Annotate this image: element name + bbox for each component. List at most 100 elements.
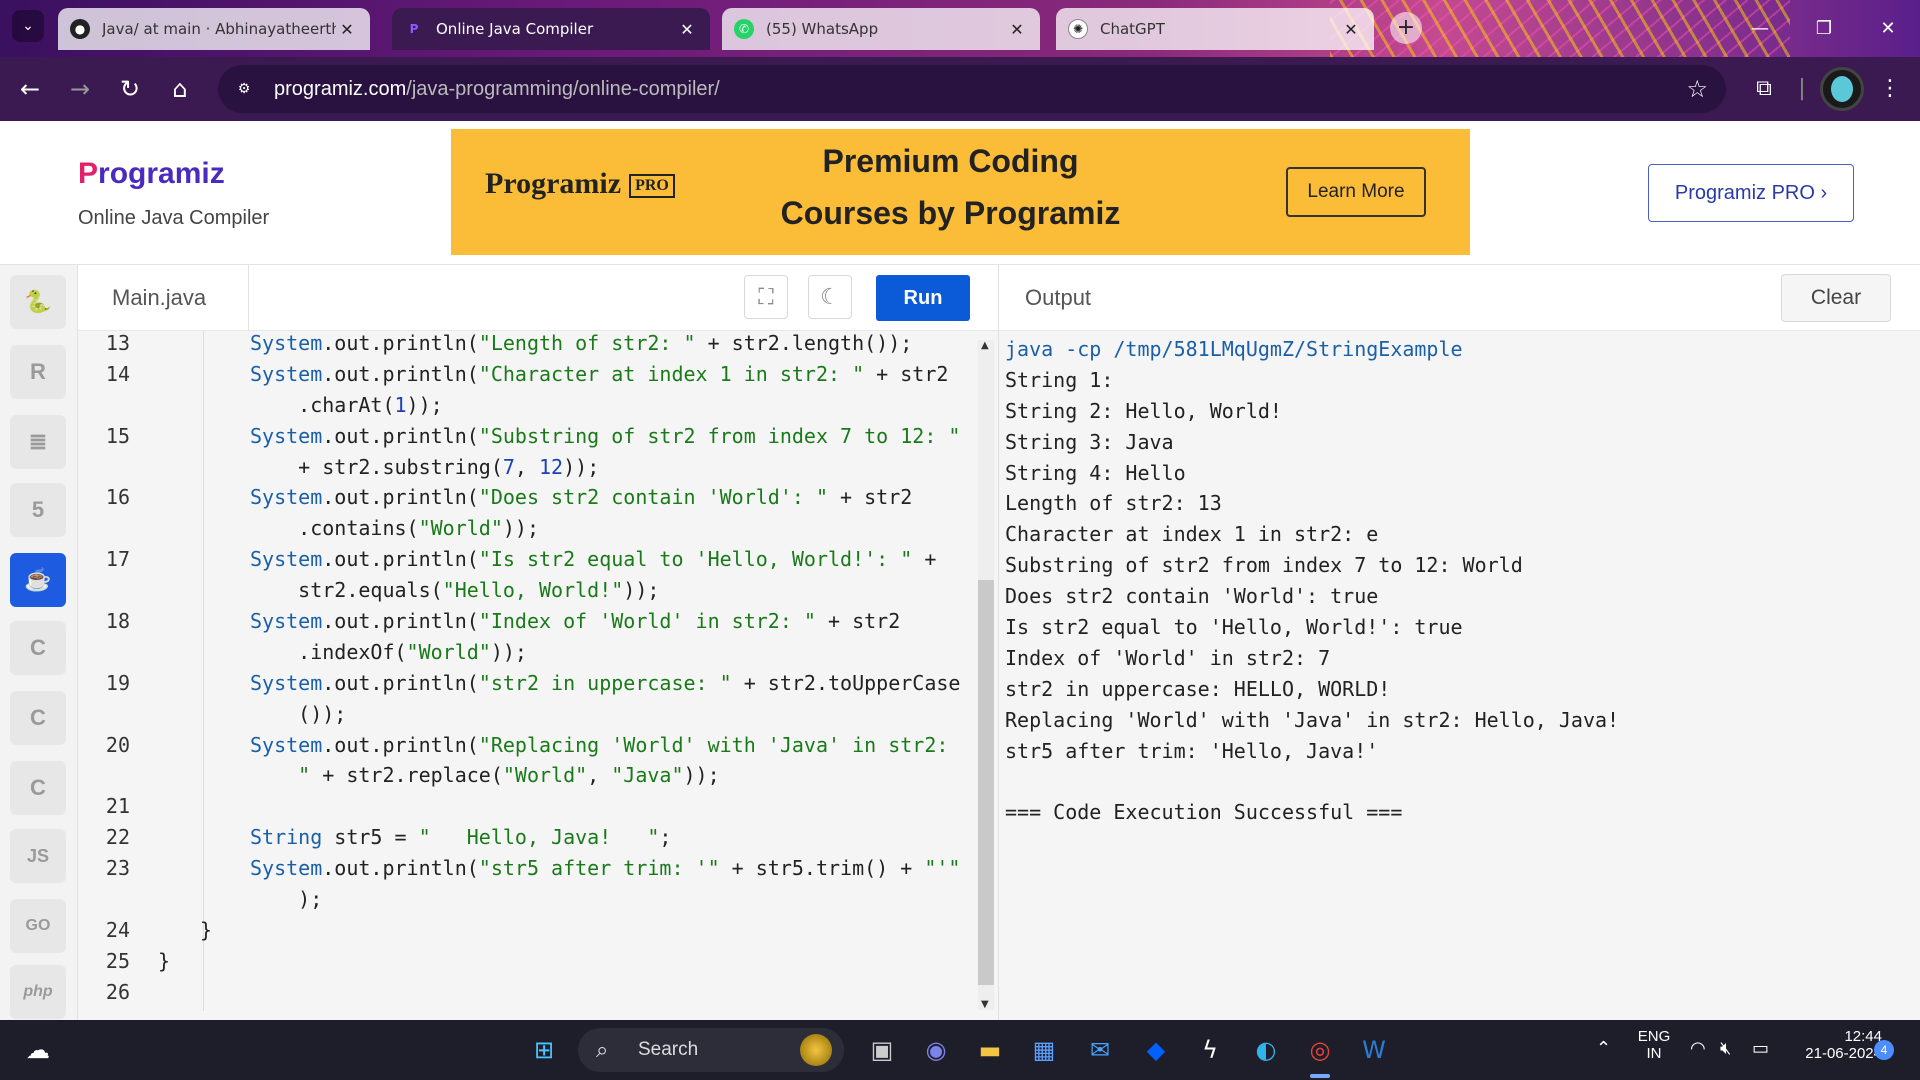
extensions-icon[interactable]: ⧉ bbox=[1746, 71, 1782, 107]
r-lang-icon[interactable]: R bbox=[10, 345, 66, 399]
tab-search-button[interactable]: ⌄ bbox=[12, 10, 44, 42]
code-line[interactable]: 17 System.out.println("Is str2 equal to '… bbox=[78, 547, 978, 579]
code-text[interactable]: System.out.println("Index of 'World' in … bbox=[250, 609, 900, 633]
volume-muted-icon[interactable]: 🔇︎ bbox=[1720, 1038, 1731, 1059]
code-line[interactable]: 22 String str5 = " Hello, Java! "; bbox=[78, 825, 978, 857]
html5-icon[interactable]: 5 bbox=[10, 483, 66, 537]
teams-chat-icon[interactable]: ◉ bbox=[914, 1028, 958, 1072]
browser-menu-icon[interactable]: ⋮ bbox=[1872, 71, 1908, 107]
code-text[interactable]: } bbox=[200, 918, 212, 942]
code-line[interactable]: 13 System.out.println("Length of str2: " … bbox=[78, 331, 978, 362]
code-text[interactable]: } bbox=[158, 949, 170, 973]
tab-online-java-compiler[interactable]: P Online Java Compiler ✕ bbox=[392, 8, 710, 50]
close-tab-icon[interactable]: ✕ bbox=[676, 20, 698, 39]
tab-chatgpt[interactable]: ✺ ChatGPT ✕ bbox=[1056, 8, 1374, 50]
battery-icon[interactable]: ▭ bbox=[1752, 1038, 1769, 1059]
code-text[interactable]: System.out.println("Does str2 contain 'W… bbox=[250, 485, 912, 509]
bookmark-star-icon[interactable]: ☆ bbox=[1686, 75, 1708, 103]
new-tab-button[interactable]: + bbox=[1390, 12, 1422, 44]
code-line[interactable]: 19 System.out.println("str2 in uppercase:… bbox=[78, 670, 978, 702]
code-text[interactable]: .indexOf("World")); bbox=[250, 640, 527, 664]
back-button[interactable]: ← bbox=[12, 71, 48, 107]
java-icon[interactable]: ☕ bbox=[10, 553, 66, 607]
code-line[interactable]: 15 System.out.println("Substring of str2 … bbox=[78, 423, 978, 455]
reload-button[interactable]: ↻ bbox=[112, 71, 148, 107]
tab-github[interactable]: ● Java/ at main · Abhinayatheertha ✕ bbox=[58, 8, 370, 50]
code-line[interactable]: .indexOf("World")); bbox=[78, 639, 978, 671]
home-button[interactable]: ⌂ bbox=[162, 71, 198, 107]
code-text[interactable]: System.out.println("str5 after trim: '" … bbox=[250, 856, 960, 880]
code-lines[interactable]: 13 System.out.println("Length of str2: " … bbox=[78, 331, 978, 1011]
task-view-icon[interactable]: ▣ bbox=[860, 1028, 904, 1072]
code-line[interactable]: 21 bbox=[78, 794, 978, 826]
programiz-logo[interactable]: Programiz bbox=[78, 157, 225, 191]
code-line[interactable]: 20 System.out.println("Replacing 'World' … bbox=[78, 732, 978, 764]
code-line[interactable]: .charAt(1)); bbox=[78, 392, 978, 424]
code-line[interactable]: 26 bbox=[78, 979, 978, 1011]
code-line[interactable]: str2.equals("Hello, World!")); bbox=[78, 578, 978, 610]
code-line[interactable]: 16 System.out.println("Does str2 contain … bbox=[78, 485, 978, 517]
language-indicator[interactable]: ENG IN bbox=[1636, 1028, 1672, 1062]
fullscreen-icon[interactable]: ⛶ bbox=[744, 275, 788, 319]
python-icon[interactable]: 🐍 bbox=[10, 275, 66, 329]
file-tab-main-java[interactable]: Main.java bbox=[78, 265, 249, 331]
tab-whatsapp[interactable]: ✆ (55) WhatsApp ✕ bbox=[722, 8, 1040, 50]
code-text[interactable]: System.out.println("Length of str2: " + … bbox=[250, 331, 912, 355]
mail-icon[interactable]: ✉ bbox=[1078, 1028, 1122, 1072]
go-lang-icon[interactable]: GO bbox=[10, 899, 66, 953]
wifi-icon[interactable]: ◠ bbox=[1690, 1038, 1706, 1059]
terminal-bolt-icon[interactable]: ϟ bbox=[1188, 1028, 1232, 1072]
show-hidden-icons-chevron-icon[interactable]: ⌃ bbox=[1596, 1038, 1611, 1059]
code-text[interactable]: .charAt(1)); bbox=[250, 393, 443, 417]
close-window-button[interactable]: ✕ bbox=[1856, 0, 1920, 57]
code-line[interactable]: 18 System.out.println("Index of 'World' i… bbox=[78, 609, 978, 641]
windows-start-icon[interactable]: ⊞ bbox=[522, 1028, 566, 1072]
code-line[interactable]: 24} bbox=[78, 917, 978, 949]
clock[interactable]: 12:44 21-06-2024 bbox=[1782, 1028, 1882, 1062]
run-button[interactable]: Run bbox=[876, 275, 970, 321]
code-text[interactable]: ); bbox=[250, 887, 322, 911]
promo-banner[interactable]: Programiz PRO Premium Coding Courses by P… bbox=[451, 129, 1470, 255]
editor-scrollbar[interactable]: ▲ ▼ bbox=[978, 340, 994, 1010]
code-text[interactable]: System.out.println("Character at index 1… bbox=[250, 362, 948, 386]
scroll-down-arrow-icon[interactable]: ▼ bbox=[981, 999, 989, 1010]
code-text[interactable]: System.out.println("str2 in uppercase: "… bbox=[250, 671, 960, 695]
close-tab-icon[interactable]: ✕ bbox=[336, 20, 358, 39]
code-text[interactable]: System.out.println("Substring of str2 fr… bbox=[250, 424, 960, 448]
code-text[interactable]: ()); bbox=[250, 702, 346, 726]
close-tab-icon[interactable]: ✕ bbox=[1340, 20, 1362, 39]
code-text[interactable]: str2.equals("Hello, World!")); bbox=[250, 578, 659, 602]
code-line[interactable]: ); bbox=[78, 887, 978, 919]
code-text[interactable]: String str5 = " Hello, Java! "; bbox=[250, 825, 671, 849]
scrollbar-thumb[interactable] bbox=[978, 580, 994, 985]
file-explorer-icon[interactable]: ▬ bbox=[968, 1028, 1012, 1072]
code-text[interactable]: System.out.println("Is str2 equal to 'He… bbox=[250, 547, 936, 571]
address-bar[interactable]: ⚙ programiz.com/java-programming/online-… bbox=[218, 65, 1726, 113]
code-line[interactable]: .contains("World")); bbox=[78, 516, 978, 548]
c-lang-icon[interactable]: C bbox=[10, 621, 66, 675]
php-icon[interactable]: php bbox=[10, 965, 66, 1019]
forward-button[interactable]: → bbox=[62, 71, 98, 107]
word-icon[interactable]: W bbox=[1352, 1028, 1396, 1072]
code-text[interactable]: + str2.substring(7, 12)); bbox=[250, 455, 599, 479]
code-text[interactable]: .contains("World")); bbox=[250, 516, 539, 540]
notification-badge[interactable]: 4 bbox=[1874, 1040, 1894, 1060]
code-text[interactable]: " + str2.replace("World", "Java")); bbox=[250, 763, 719, 787]
programiz-pro-button[interactable]: Programiz PRO › bbox=[1648, 164, 1854, 222]
csharp-lang-icon[interactable]: C bbox=[10, 761, 66, 815]
profile-avatar[interactable] bbox=[1820, 67, 1864, 111]
restore-button[interactable]: ❐ bbox=[1792, 0, 1856, 57]
taskbar-search[interactable]: ⌕ Search bbox=[578, 1028, 844, 1072]
javascript-icon[interactable]: JS bbox=[10, 829, 66, 883]
minimize-button[interactable]: — bbox=[1728, 0, 1792, 57]
code-line[interactable]: + str2.substring(7, 12)); bbox=[78, 454, 978, 486]
learn-more-button[interactable]: Learn More bbox=[1286, 167, 1426, 217]
edge-browser-icon[interactable]: ◐ bbox=[1244, 1028, 1288, 1072]
chrome-browser-icon[interactable]: ◎ bbox=[1298, 1028, 1342, 1072]
cpp-lang-icon[interactable]: C bbox=[10, 691, 66, 745]
weather-widget-icon[interactable]: ☁ bbox=[16, 1028, 60, 1072]
site-info-icon[interactable]: ⚙ bbox=[228, 73, 260, 105]
dropbox-icon[interactable]: ◆ bbox=[1134, 1028, 1178, 1072]
code-text[interactable]: System.out.println("Replacing 'World' wi… bbox=[250, 733, 948, 757]
code-line[interactable]: 23 System.out.println("str5 after trim: '… bbox=[78, 856, 978, 888]
